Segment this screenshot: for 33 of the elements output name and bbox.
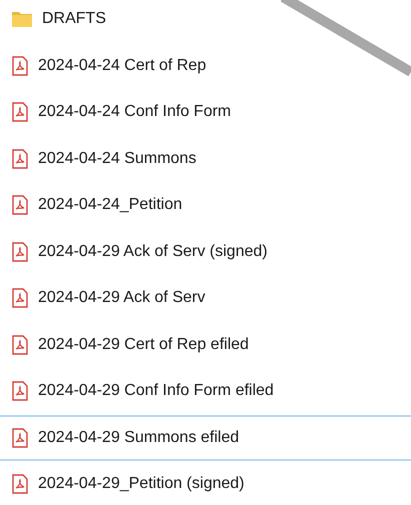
file-name: 2024-04-24 Cert of Rep <box>38 56 206 75</box>
pdf-file-icon <box>12 148 28 169</box>
folder-icon <box>12 11 32 28</box>
pdf-file-icon <box>12 242 28 262</box>
file-name: DRAFTS <box>42 10 106 28</box>
pdf-file-icon <box>12 56 28 76</box>
file-item[interactable]: 2024-04-24 Conf Info Form <box>0 89 411 136</box>
file-item[interactable]: 2024-04-29 Conf Info Form efiled <box>0 368 411 414</box>
pdf-file-icon <box>12 428 28 448</box>
file-name: 2024-04-29_Petition (signed) <box>38 475 244 494</box>
pdf-file-icon <box>12 334 28 355</box>
pdf-file-icon <box>12 102 28 122</box>
pdf-file-icon <box>12 195 28 216</box>
file-name: 2024-04-24 Conf Info Form <box>38 103 231 122</box>
file-item[interactable]: DRAFTS <box>0 0 411 42</box>
file-name: 2024-04-24_Petition <box>38 196 182 214</box>
file-item[interactable]: 2024-04-29_Petition (signed) <box>0 461 411 505</box>
file-item[interactable]: 2024-04-24_Petition <box>0 182 411 228</box>
file-name: 2024-04-29 Ack of Serv (signed) <box>38 242 268 261</box>
file-name: 2024-04-29 Conf Info Form efiled <box>38 382 274 400</box>
file-name: 2024-04-29 Summons efiled <box>38 428 240 447</box>
file-name: 2024-04-29 Cert of Rep efiled <box>38 336 249 354</box>
file-item[interactable]: 2024-04-24 Cert of Rep <box>0 42 411 89</box>
file-item[interactable]: 2024-04-24 Summons <box>0 136 411 182</box>
file-item[interactable]: 2024-04-29 Summons efiled <box>0 414 411 461</box>
file-item[interactable]: 2024-04-29 Ack of Serv <box>0 275 411 322</box>
file-item[interactable]: 2024-04-29 Cert of Rep efiled <box>0 322 411 368</box>
file-item[interactable]: 2024-04-29 Ack of Serv (signed) <box>0 228 411 275</box>
file-name: 2024-04-29 Ack of Serv <box>38 289 206 308</box>
pdf-file-icon <box>12 288 28 308</box>
file-name: 2024-04-24 Summons <box>38 150 196 168</box>
pdf-file-icon <box>12 381 28 402</box>
pdf-file-icon <box>12 474 28 494</box>
